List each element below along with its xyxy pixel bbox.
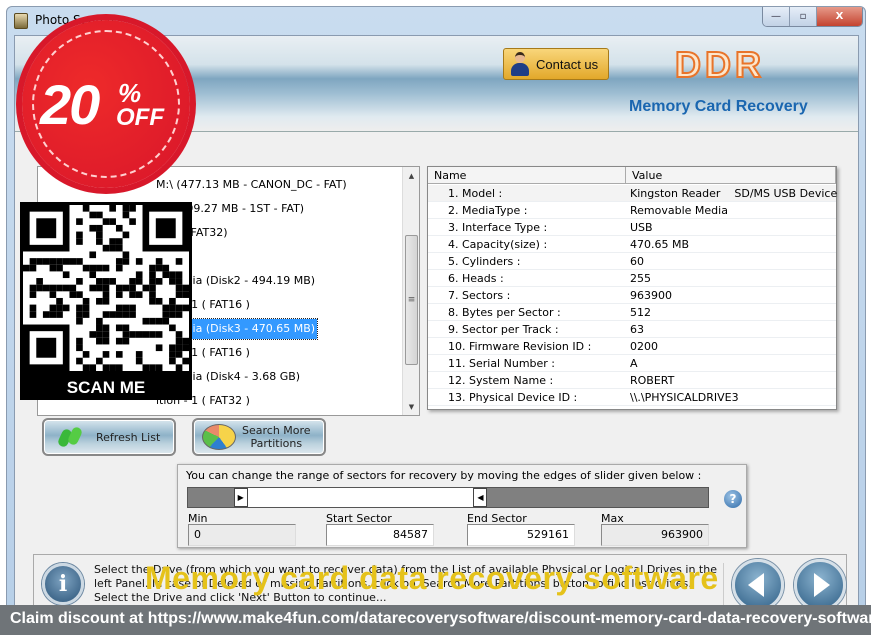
scroll-up-arrow-icon[interactable]: ▲ <box>403 167 420 184</box>
table-row[interactable]: 2. MediaType : Removable Media <box>428 202 836 219</box>
table-row[interactable]: 9. Sector per Track : 63 <box>428 321 836 338</box>
property-value: Kingston Reader SD/MS USB Device <box>630 187 838 200</box>
contact-us-button[interactable]: Contact us <box>503 48 609 80</box>
property-name: 7. Sectors : <box>448 289 511 302</box>
max-field: 963900 <box>601 524 709 546</box>
property-name: 10. Firmware Revision ID : <box>448 340 592 353</box>
window-controls: — ▫ X <box>762 7 863 27</box>
property-value: \\.\PHYSICALDRIVE3 <box>630 391 739 404</box>
claim-discount-bar: Claim discount at https://www.make4fun.c… <box>0 605 871 635</box>
property-name: 11. Serial Number : <box>448 357 556 370</box>
table-row[interactable]: 12. System Name : ROBERT <box>428 372 836 389</box>
property-name: 4. Capacity(size) : <box>448 238 548 251</box>
refresh-list-button[interactable]: Refresh List <box>42 418 176 456</box>
property-name: 13. Physical Device ID : <box>448 391 578 404</box>
search-more-partitions-button[interactable]: Search More Partitions <box>192 418 326 456</box>
product-name: Memory Card Recovery <box>629 98 808 115</box>
property-value: ROBERT <box>630 374 675 387</box>
property-value: 0200 <box>630 340 658 353</box>
ddr-logo: DDR <box>674 43 765 86</box>
scroll-thumb[interactable]: ≡ <box>405 235 418 365</box>
table-row[interactable]: 1. Model : Kingston Reader SD/MS USB Devi… <box>428 185 838 202</box>
table-header: Name Value <box>428 167 836 184</box>
maximize-button[interactable]: ▫ <box>790 7 817 26</box>
search-more-partitions-label: Search More Partitions <box>242 424 311 450</box>
qr-caption: SCAN ME <box>66 378 146 397</box>
table-row[interactable]: 7. Sectors : 963900 <box>428 287 836 304</box>
property-value: 470.65 MB <box>630 238 690 251</box>
slider-end-handle[interactable]: ◀ <box>473 488 488 507</box>
column-header-value[interactable]: Value <box>626 167 836 184</box>
promo-headline: Memory card data recovery software <box>145 560 719 596</box>
next-arrow-icon <box>814 573 830 597</box>
discount-badge: 20 % OFF <box>22 20 190 188</box>
slider-start-handle[interactable]: ▶ <box>233 488 248 507</box>
contact-us-label: Contact us <box>536 56 599 72</box>
table-row[interactable]: 11. Serial Number : A <box>428 355 836 372</box>
table-row[interactable]: 3. Interface Type : USB <box>428 219 836 236</box>
help-icon[interactable]: ? <box>724 490 742 508</box>
property-name: 8. Bytes per Sector : <box>448 306 561 319</box>
person-icon <box>510 52 530 76</box>
next-button[interactable] <box>794 559 846 611</box>
info-icon: i <box>42 563 84 605</box>
drive-tree-scrollbar[interactable]: ▲ ≡ ▼ <box>402 167 419 415</box>
claim-discount-link[interactable]: Claim discount at https://www.make4fun.c… <box>10 610 871 628</box>
table-row[interactable]: 6. Heads : 255 <box>428 270 836 287</box>
start-sector-input[interactable]: 84587 <box>326 524 434 546</box>
scroll-down-arrow-icon[interactable]: ▼ <box>403 398 420 415</box>
property-value: 255 <box>630 272 651 285</box>
property-name: 1. Model : <box>448 187 503 200</box>
property-name: 12. System Name : <box>448 374 554 387</box>
table-row[interactable]: 13. Physical Device ID : \\.\PHYSICALDRIV… <box>428 389 836 406</box>
property-value: 63 <box>630 323 644 336</box>
property-value: 512 <box>630 306 651 319</box>
property-name: 3. Interface Type : <box>448 221 548 234</box>
property-name: 9. Sector per Track : <box>448 323 559 336</box>
property-value: A <box>630 357 638 370</box>
sector-range-caption: You can change the range of sectors for … <box>186 469 702 482</box>
table-row[interactable]: 10. Firmware Revision ID : 0200 <box>428 338 836 355</box>
back-button[interactable] <box>732 559 784 611</box>
property-value: Removable Media <box>630 204 728 217</box>
discount-number: 20 <box>40 73 100 136</box>
pie-chart-icon <box>202 424 236 450</box>
qr-code: SCAN ME <box>20 202 192 400</box>
refresh-icon <box>56 425 84 449</box>
qr-code-pattern <box>23 205 189 371</box>
sector-range-slider[interactable]: ▶ ◀ <box>187 487 709 508</box>
close-button[interactable]: X <box>817 7 862 26</box>
property-name: 5. Cylinders : <box>448 255 521 268</box>
search-more-partitions-line2: Partitions <box>250 437 303 450</box>
table-row[interactable]: 4. Capacity(size) : 470.65 MB <box>428 236 836 253</box>
property-name: 6. Heads : <box>448 272 504 285</box>
drive-tree-item[interactable]: M:\ (477.13 MB - CANON_DC - FAT) <box>154 175 349 195</box>
column-header-name[interactable]: Name <box>428 167 626 184</box>
property-value: 60 <box>630 255 644 268</box>
sector-range-panel: You can change the range of sectors for … <box>177 464 747 548</box>
table-row[interactable]: 5. Cylinders : 60 <box>428 253 836 270</box>
property-value: USB <box>630 221 653 234</box>
minimize-button[interactable]: — <box>763 7 790 26</box>
property-name: 2. MediaType : <box>448 204 528 217</box>
discount-off-label: OFF <box>116 104 164 131</box>
slider-selected-range <box>247 488 474 507</box>
table-row[interactable]: 8. Bytes per Sector : 512 <box>428 304 836 321</box>
drive-properties-table: Name Value 1. Model : Kingston Reader SD/… <box>427 166 837 410</box>
app-icon <box>14 13 28 29</box>
end-sector-input[interactable]: 529161 <box>467 524 575 546</box>
min-field: 0 <box>188 524 296 546</box>
search-more-partitions-line1: Search More <box>242 424 311 437</box>
property-value: 963900 <box>630 289 672 302</box>
back-arrow-icon <box>748 573 764 597</box>
refresh-list-label: Refresh List <box>96 430 161 444</box>
